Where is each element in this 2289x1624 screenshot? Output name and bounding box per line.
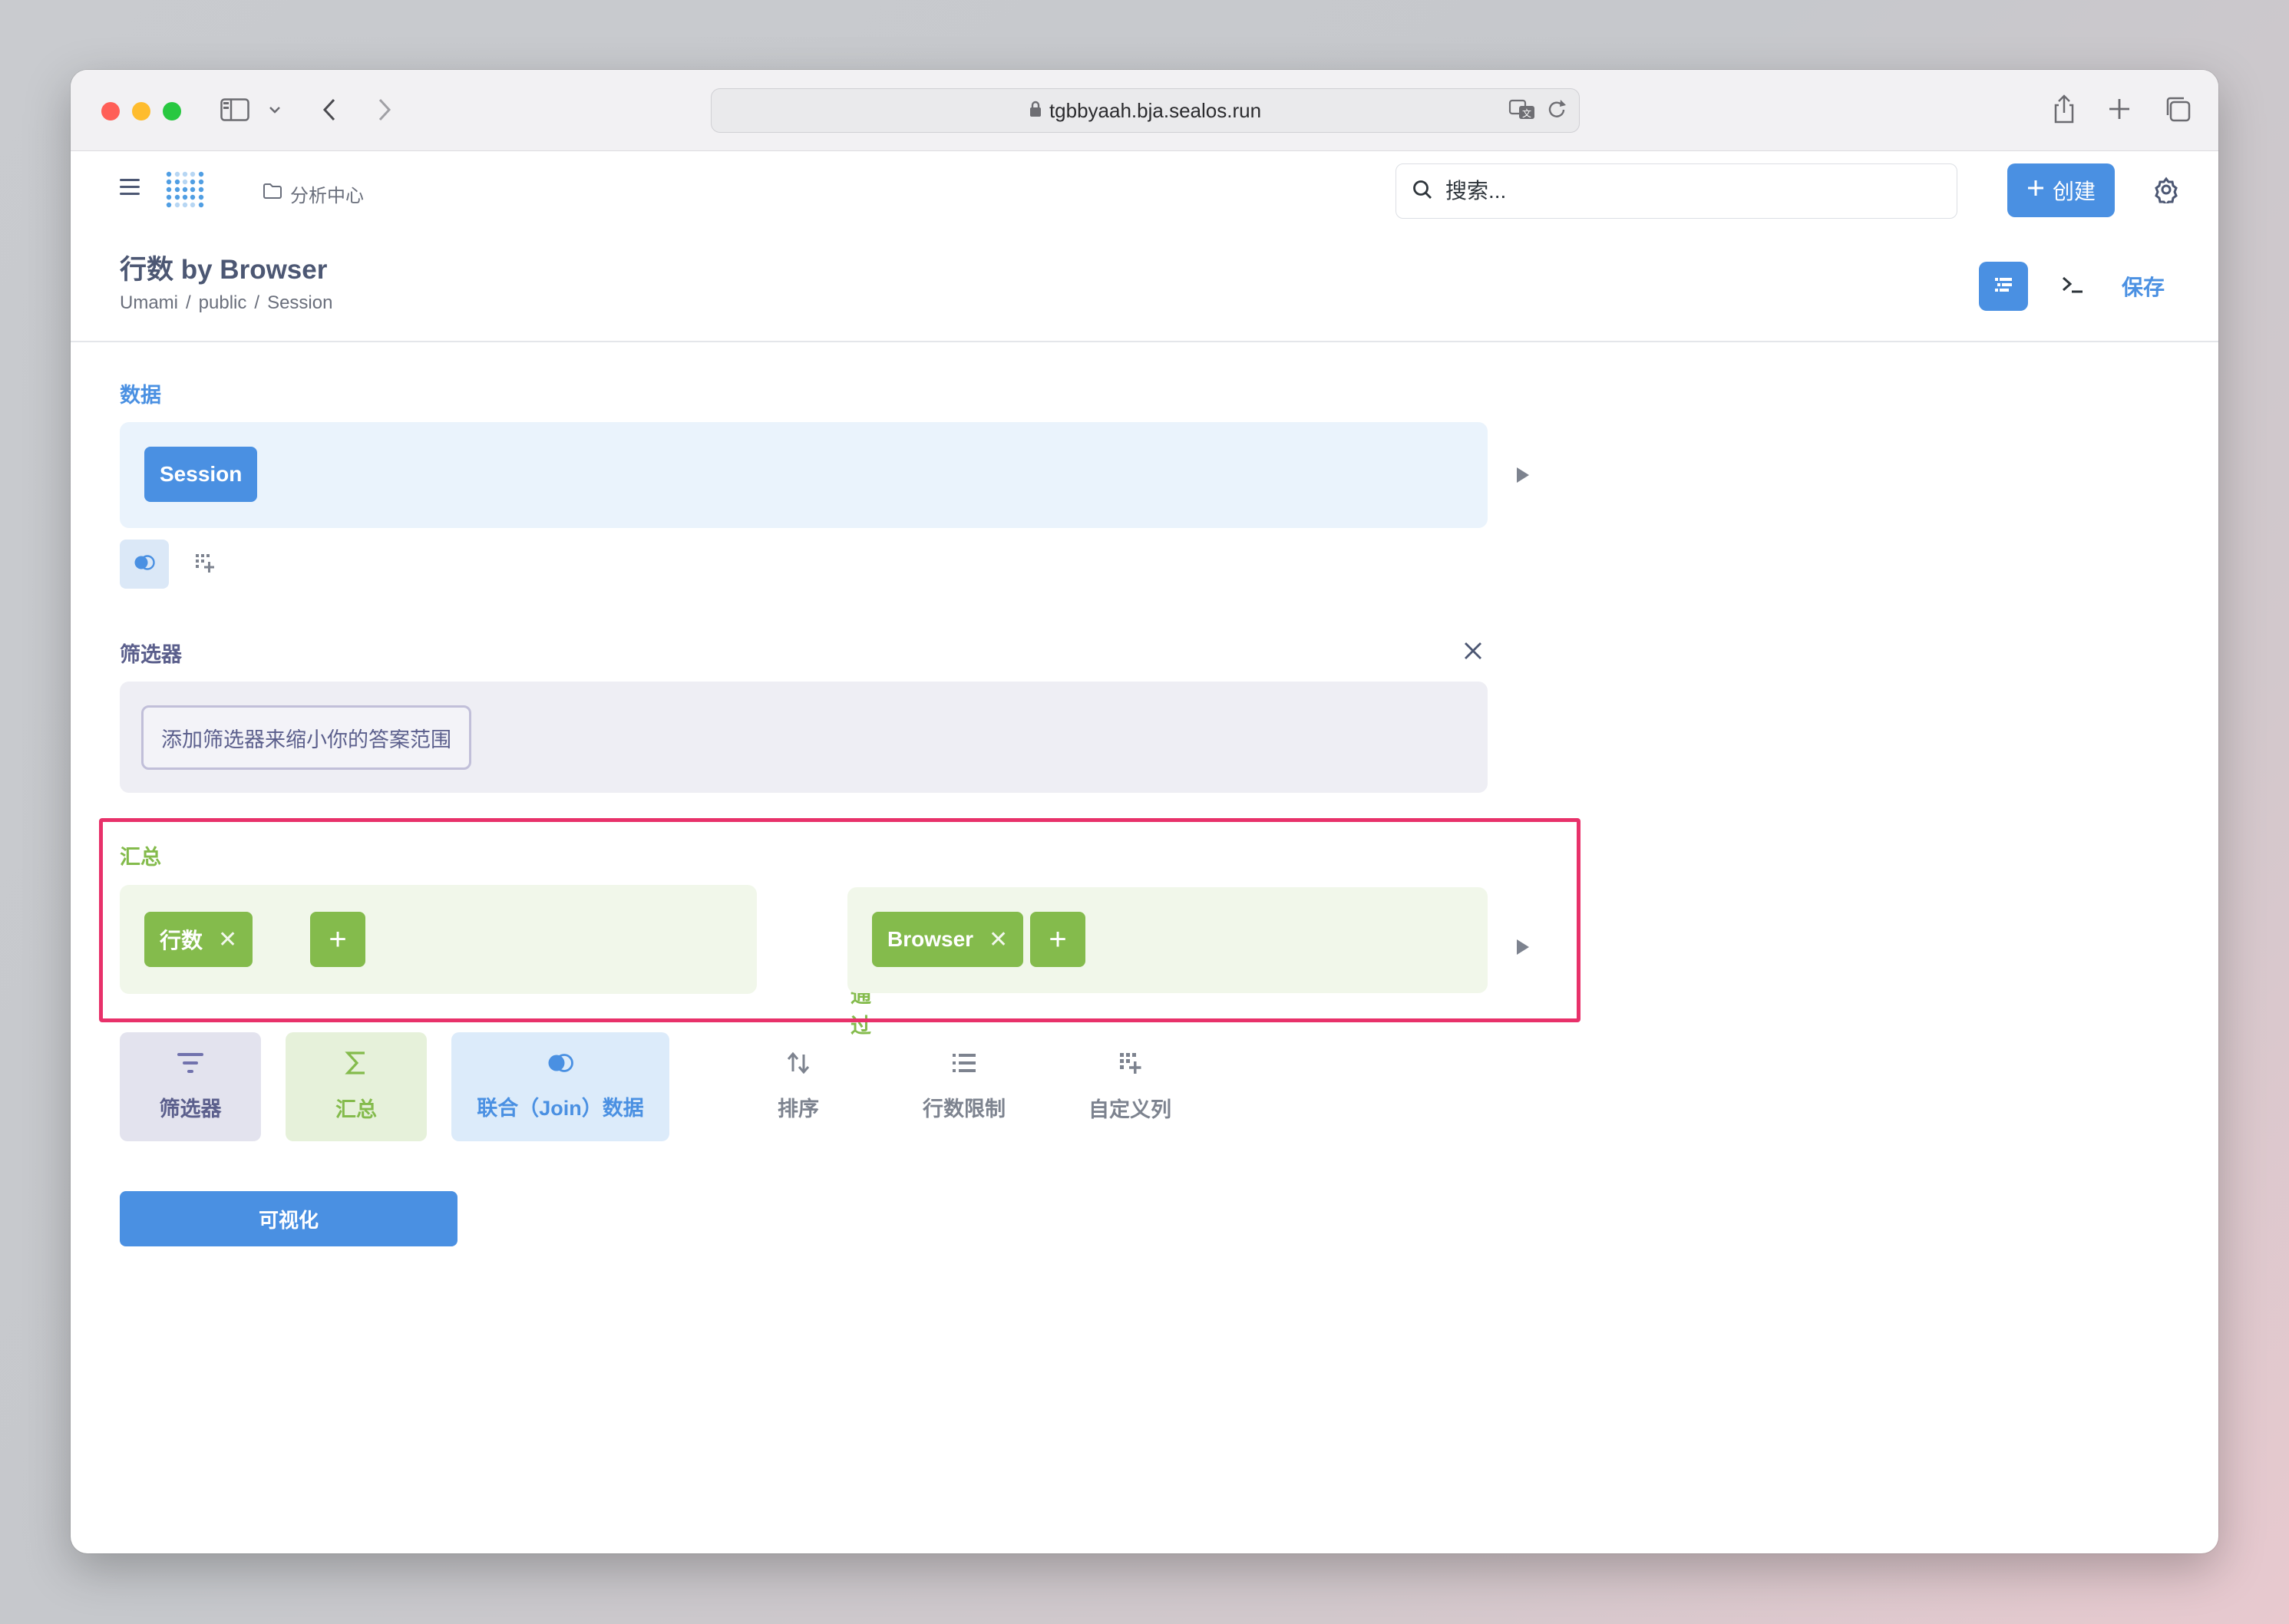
breadcrumb-schema[interactable]: public [199,292,247,313]
collection-breadcrumb[interactable]: 分析中心 [263,180,364,207]
add-filter-button[interactable]: 添加筛选器来缩小你的答案范围 [141,705,471,770]
filter-step-label: 筛选器 [120,643,182,666]
chevron-down-icon[interactable] [267,102,282,117]
add-filter-step-button[interactable]: 筛选器 [120,1032,261,1141]
app-navbar: 分析中心 创建 [71,151,2218,228]
tab-overview-icon[interactable] [2163,94,2192,124]
notebook-editor-toggle[interactable] [1979,262,2028,311]
preview-data-icon[interactable] [1517,467,1529,483]
url-text: tgbbyaah.bja.sealos.run [1049,98,1262,122]
action-label: 联合（Join）数据 [477,1097,644,1120]
highlight-box [99,818,1580,1022]
back-arrow-icon[interactable] [318,96,341,124]
save-button[interactable]: 保存 [2122,271,2165,302]
browser-toolbar: tgbbyaah.bja.sealos.run 文 [71,70,2218,151]
data-step-panel: Session [120,422,1488,528]
sum-icon [345,1051,368,1081]
browser-window: tgbbyaah.bja.sealos.run 文 分析中心 搜索... 创建 … [71,70,2218,1553]
table-pill[interactable]: Session [144,447,258,502]
metabase-logo[interactable] [164,168,206,210]
create-button[interactable]: 创建 [2007,163,2115,217]
join-icon [133,554,156,575]
search-input[interactable] [1444,178,1938,204]
table-breadcrumb: Umami / public / Session [120,292,333,313]
table-name: Session [160,462,243,486]
breadcrumb-table[interactable]: Session [267,292,332,313]
action-label: 筛选器 [159,1098,222,1121]
address-bar[interactable]: tgbbyaah.bja.sealos.run 文 [711,88,1580,133]
lock-icon [1029,99,1042,123]
folder-icon [263,183,282,205]
action-label: 行数限制 [923,1098,1006,1121]
gear-icon[interactable] [2152,176,2180,207]
share-icon[interactable] [2051,91,2077,127]
header-divider [71,341,2218,342]
terminal-icon [2061,275,2084,299]
add-summarize-step-button[interactable]: 汇总 [286,1032,427,1141]
search-icon [1412,179,1433,204]
sidebar-toggle-icon[interactable] [220,97,250,122]
close-window-button[interactable] [101,102,120,120]
data-step-label: 数据 [120,384,161,407]
add-sort-step-button[interactable]: 排序 [728,1032,869,1141]
sort-icon [785,1051,811,1080]
action-label: 排序 [778,1098,819,1121]
sql-editor-button[interactable] [2054,268,2091,305]
visualize-button[interactable]: 可视化 [120,1191,457,1246]
translate-icon[interactable]: 文 [1508,98,1538,127]
minimize-window-button[interactable] [132,102,150,120]
new-tab-icon[interactable] [2106,96,2132,122]
collection-name: 分析中心 [290,186,364,206]
join-icon [545,1052,576,1079]
add-custom-column-button[interactable]: 自定义列 [1059,1032,1201,1141]
add-join-step-button[interactable]: 联合（Join）数据 [451,1032,669,1141]
custom-column-icon[interactable] [193,552,218,576]
breadcrumb-database[interactable]: Umami [120,292,178,313]
list-icon [951,1051,977,1080]
filter-icon [177,1051,204,1080]
join-step-button[interactable] [120,540,169,589]
reload-icon[interactable] [1547,98,1568,127]
plus-icon [2026,178,2045,203]
maximize-window-button[interactable] [163,102,181,120]
menu-icon[interactable] [120,179,140,196]
custom-column-icon [1118,1051,1142,1081]
search-bar[interactable] [1396,163,1957,219]
forward-arrow-icon[interactable] [373,96,396,124]
notebook-icon [1993,276,2013,297]
add-limit-step-button[interactable]: 行数限制 [893,1032,1035,1141]
svg-text:文: 文 [1522,107,1531,119]
action-label: 自定义列 [1088,1098,1171,1121]
create-label: 创建 [2052,180,2096,203]
close-icon[interactable] [1463,641,1485,662]
action-label: 汇总 [335,1098,377,1121]
question-title: 行数 by Browser [120,255,328,285]
